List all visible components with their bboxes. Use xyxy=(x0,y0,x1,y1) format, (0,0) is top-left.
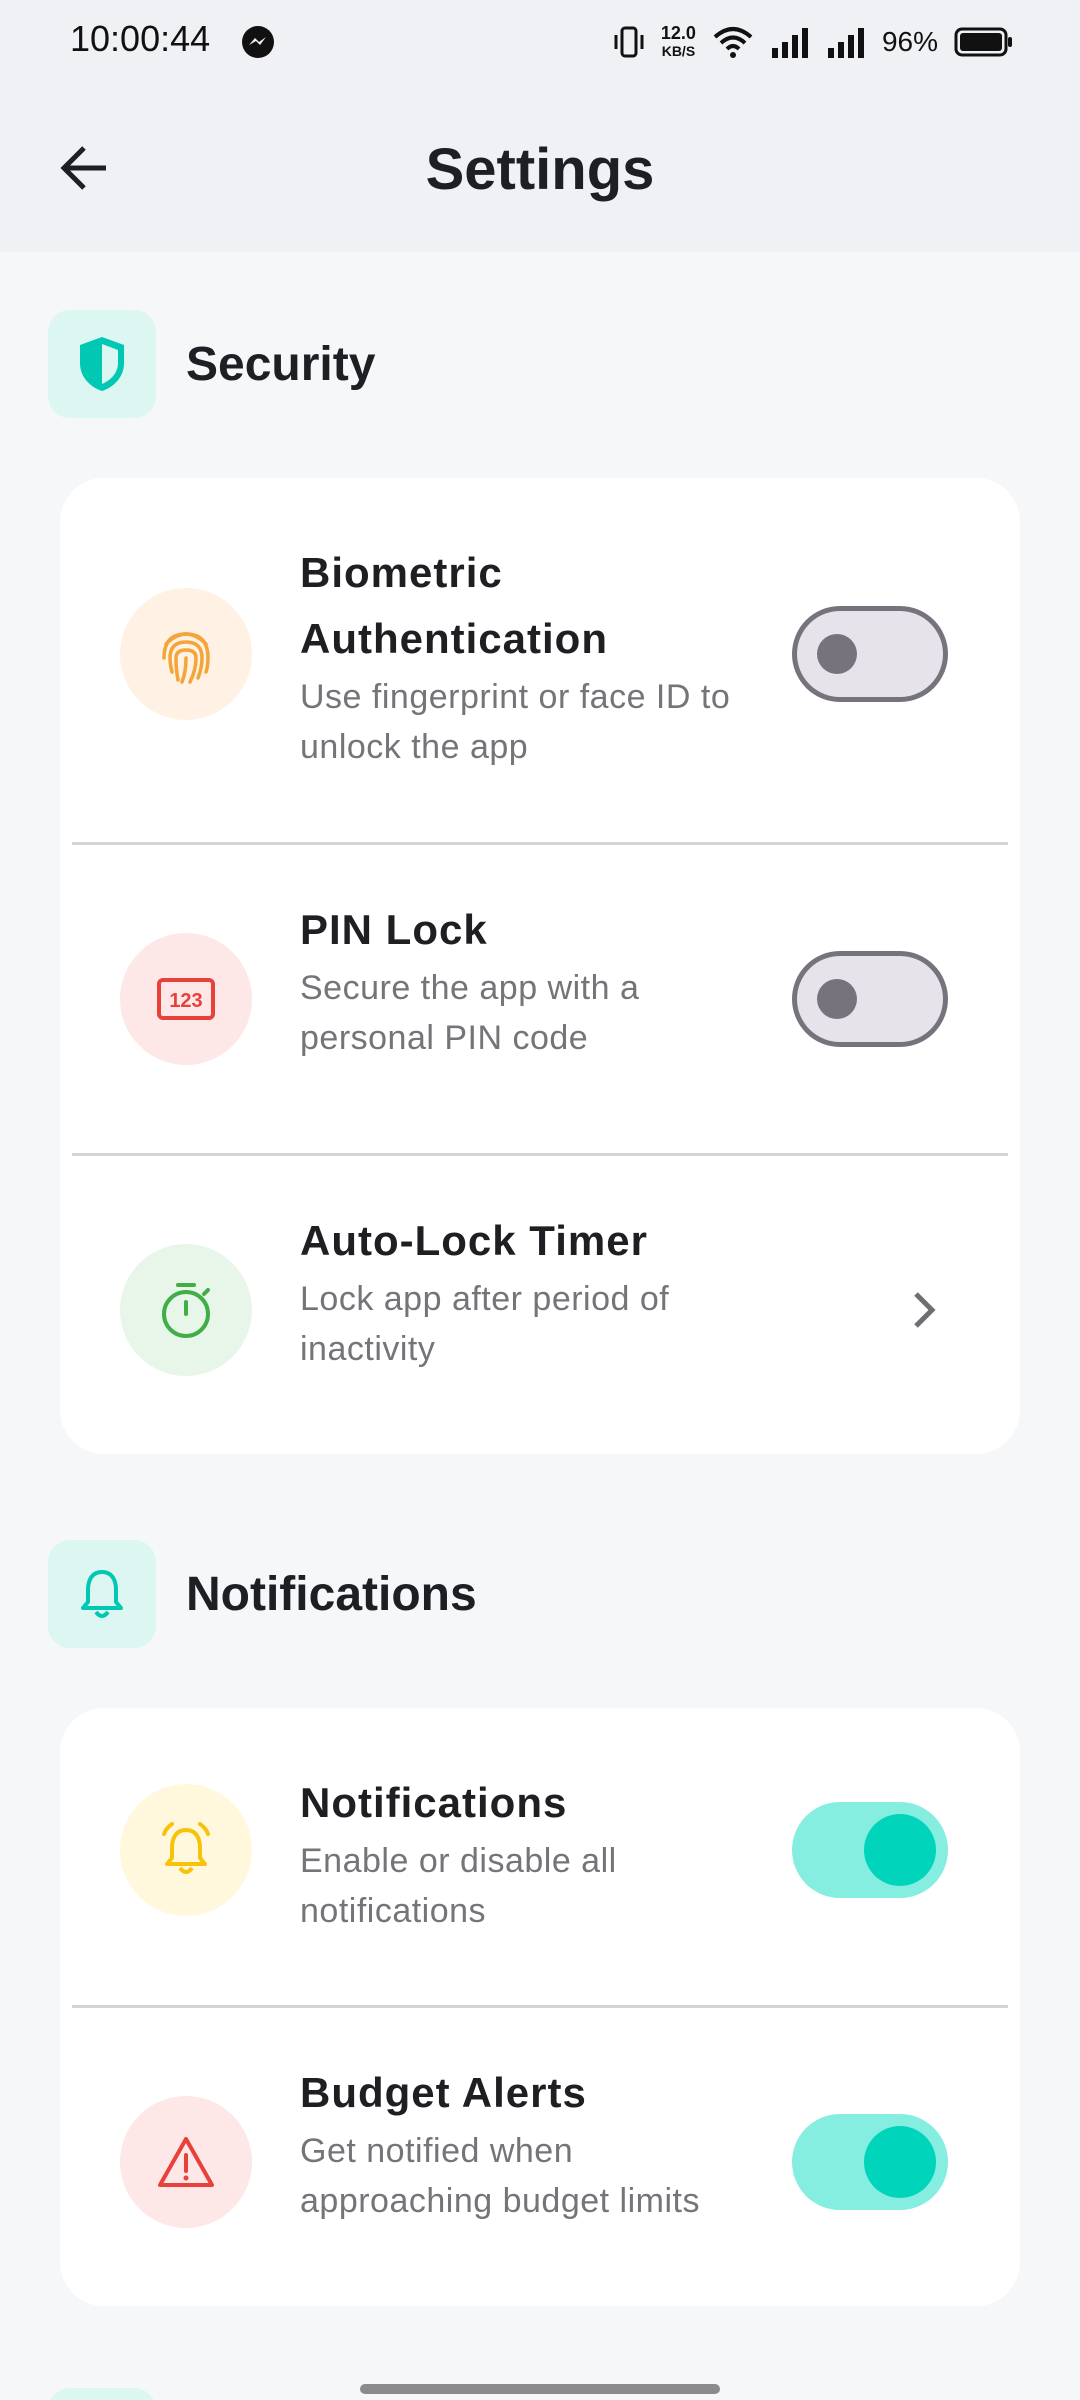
row-title: PIN Lock xyxy=(300,906,488,953)
row-title: Budget Alerts xyxy=(300,2069,587,2116)
row-icon-circle xyxy=(120,588,252,720)
messenger-icon xyxy=(242,26,274,58)
vibrate-icon xyxy=(614,26,644,58)
setting-row-budget-alerts[interactable]: Budget Alerts Get notified when approach… xyxy=(60,2008,1020,2306)
setting-row-biometric[interactable]: Biometric Authentication Use fingerprint… xyxy=(60,478,1020,842)
row-icon-circle xyxy=(120,2096,252,2228)
pin-icon: 123 xyxy=(157,978,215,1020)
next-section-icon xyxy=(48,2388,156,2400)
network-speed-value: 12.0 xyxy=(660,23,696,43)
pin-icon-text: 123 xyxy=(169,990,202,1012)
status-bar: 10:00:44 12.0 KB/S 96% xyxy=(0,0,1080,84)
biometric-toggle[interactable] xyxy=(792,606,948,702)
budget-alerts-toggle[interactable] xyxy=(792,2114,948,2210)
row-icon-circle xyxy=(120,1784,252,1916)
section-header-security: Security xyxy=(48,310,375,418)
toggle-knob xyxy=(864,1814,936,1886)
row-subtitle: Secure the app with a personal PIN code xyxy=(300,969,640,1057)
setting-row-auto-lock[interactable]: Auto-Lock Timer Lock app after period of… xyxy=(60,1156,1020,1454)
status-icons: 12.0 KB/S 96% xyxy=(613,20,1014,64)
row-icon-circle: 123 xyxy=(120,933,252,1065)
row-title: Notifications xyxy=(300,1779,568,1826)
row-text: Budget Alerts Get notified when approach… xyxy=(300,2060,770,2226)
pin-lock-toggle[interactable] xyxy=(792,951,948,1047)
row-title: Biometric Authentication xyxy=(300,549,608,662)
timer-icon xyxy=(162,1283,210,1338)
bell-icon xyxy=(81,1570,123,1618)
shield-icon xyxy=(80,337,124,391)
section-icon-box xyxy=(48,310,156,418)
section-header-notifications: Notifications xyxy=(48,1540,477,1648)
page-title: Settings xyxy=(425,137,655,202)
toggle-knob xyxy=(817,634,857,674)
battery-icon xyxy=(954,27,1012,57)
home-indicator[interactable] xyxy=(360,2384,720,2394)
row-text: Biometric Authentication Use fingerprint… xyxy=(300,540,770,772)
row-subtitle: Lock app after period of inactivity xyxy=(300,1280,670,1368)
chevron-right-icon[interactable] xyxy=(900,1286,948,1334)
signal-icon xyxy=(827,28,864,58)
signal-icon xyxy=(771,28,808,58)
row-text: PIN Lock Secure the app with a personal … xyxy=(300,897,770,1063)
notifications-card: Notifications Enable or disable all noti… xyxy=(60,1708,1020,2306)
section-title: Security xyxy=(186,337,376,391)
row-subtitle: Enable or disable all notifications xyxy=(300,1842,617,1930)
section-icon-box xyxy=(48,1540,156,1648)
warning-icon xyxy=(158,2137,214,2187)
row-text: Auto-Lock Timer Lock app after period of… xyxy=(300,1208,770,1374)
security-card: Biometric Authentication Use fingerprint… xyxy=(60,478,1020,1454)
section-title: Notifications xyxy=(186,1567,477,1621)
network-speed-unit: KB/S xyxy=(661,43,696,59)
wifi-icon xyxy=(713,27,753,58)
row-title: Auto-Lock Timer xyxy=(300,1217,648,1264)
row-subtitle: Get notified when approaching budget lim… xyxy=(300,2132,700,2220)
battery-percent: 96% xyxy=(881,26,938,57)
setting-row-notifications[interactable]: Notifications Enable or disable all noti… xyxy=(60,1708,1020,2005)
toggle-knob xyxy=(817,979,857,1019)
row-subtitle: Use fingerprint or face ID to unlock the… xyxy=(300,678,731,766)
bell-ring-icon xyxy=(162,1822,210,1874)
fingerprint-icon xyxy=(162,632,210,684)
setting-row-pin-lock[interactable]: 123 PIN Lock Secure the app with a perso… xyxy=(60,845,1020,1153)
row-icon-circle xyxy=(120,1244,252,1376)
status-time: 10:00:44 xyxy=(70,18,211,59)
network-speed: 12.0 KB/S xyxy=(661,24,696,60)
toggle-knob xyxy=(864,2126,936,2198)
row-text: Notifications Enable or disable all noti… xyxy=(300,1770,770,1936)
notifications-toggle[interactable] xyxy=(792,1802,948,1898)
top-bar: 10:00:44 12.0 KB/S 96% Settings xyxy=(0,0,1080,252)
app-bar: Settings xyxy=(0,100,1080,236)
